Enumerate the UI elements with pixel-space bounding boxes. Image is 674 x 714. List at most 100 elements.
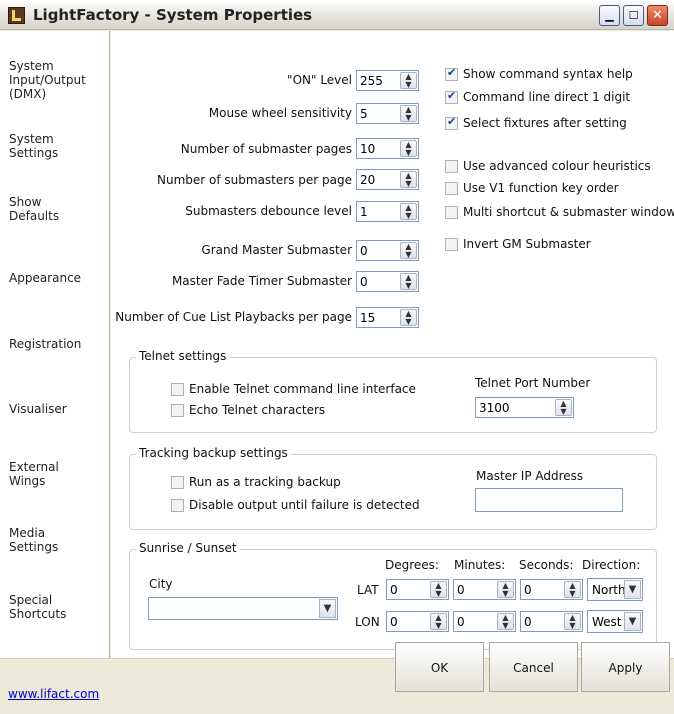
- debounce-spinner[interactable]: 1 ▲ ▼: [356, 201, 419, 222]
- cancel-button[interactable]: Cancel: [489, 642, 578, 692]
- telnet-port-spinner[interactable]: 3100 ▲ ▼: [475, 397, 574, 418]
- submasters-per-page-spinner[interactable]: 20 ▲ ▼: [356, 169, 419, 190]
- disable-output-checkbox[interactable]: [171, 499, 184, 512]
- master-ip-label: Master IP Address: [476, 469, 584, 483]
- close-button[interactable]: ✕: [647, 5, 668, 26]
- multi-shortcut-checkbox[interactable]: [445, 206, 458, 219]
- submasters-per-page-label: Number of submasters per page: [157, 173, 352, 187]
- sunrise-sunset-legend: Sunrise / Sunset: [136, 541, 240, 555]
- spinner-arrows-icon[interactable]: ▲ ▼: [400, 309, 417, 326]
- lat-minutes-value: 0: [457, 583, 465, 597]
- cue-playbacks-spinner[interactable]: 15 ▲ ▼: [356, 307, 419, 328]
- sidebar-item-appearance[interactable]: Appearance: [9, 271, 81, 285]
- settings-sidebar: System Input/Output (DMX) System Setting…: [0, 31, 110, 658]
- invert-gm-label: Invert GM Submaster: [463, 237, 591, 251]
- grand-master-spinner[interactable]: 0 ▲ ▼: [356, 240, 419, 261]
- maximize-button[interactable]: ☐: [623, 5, 644, 26]
- v1-function-key-label: Use V1 function key order: [463, 181, 619, 195]
- sidebar-item-registration[interactable]: Registration: [9, 337, 81, 351]
- spinner-arrows-icon[interactable]: ▲ ▼: [564, 613, 581, 630]
- sidebar-item-system-settings[interactable]: System Settings: [9, 132, 58, 160]
- spinner-arrows-icon[interactable]: ▲ ▼: [555, 399, 572, 416]
- ok-button[interactable]: OK: [395, 642, 484, 692]
- sidebar-item-visualiser[interactable]: Visualiser: [9, 402, 67, 416]
- window-title: LightFactory - System Properties: [33, 6, 313, 24]
- tracking-backup-legend: Tracking backup settings: [136, 446, 291, 460]
- advanced-colour-checkbox[interactable]: [445, 160, 458, 173]
- lat-seconds-spinner[interactable]: 0 ▲ ▼: [520, 579, 583, 600]
- minutes-header: Minutes:: [454, 558, 506, 572]
- lightfactory-app-icon: [8, 7, 25, 24]
- lon-direction-select[interactable]: West ▼: [587, 610, 643, 633]
- mouse-wheel-spinner[interactable]: 5 ▲ ▼: [356, 103, 419, 124]
- apply-button[interactable]: Apply: [581, 642, 670, 692]
- direct-1-digit-checkbox[interactable]: [445, 89, 458, 104]
- invert-gm-checkbox[interactable]: [445, 238, 458, 251]
- select-fixtures-checkbox[interactable]: [445, 115, 458, 130]
- lon-minutes-spinner[interactable]: 0 ▲ ▼: [453, 611, 516, 632]
- minimize-button[interactable]: ▁: [599, 5, 620, 26]
- lon-seconds-spinner[interactable]: 0 ▲ ▼: [520, 611, 583, 632]
- lat-direction-select[interactable]: North ▼: [587, 578, 643, 601]
- spinner-arrows-icon[interactable]: ▲ ▼: [430, 581, 447, 598]
- enable-telnet-label: Enable Telnet command line interface: [189, 382, 416, 396]
- select-fixtures-label: Select fixtures after setting: [463, 116, 627, 130]
- on-level-spinner[interactable]: 255 ▲ ▼: [356, 70, 419, 91]
- lon-degrees-spinner[interactable]: 0 ▲ ▼: [386, 611, 449, 632]
- echo-telnet-checkbox[interactable]: [171, 404, 184, 417]
- debounce-label: Submasters debounce level: [185, 204, 352, 218]
- lon-seconds-value: 0: [524, 615, 532, 629]
- submaster-pages-value: 10: [360, 142, 376, 156]
- spinner-arrows-icon[interactable]: ▲ ▼: [400, 140, 417, 157]
- spinner-arrows-icon[interactable]: ▲ ▼: [400, 105, 417, 122]
- sidebar-item-special-shortcuts[interactable]: Special Shortcuts: [9, 593, 66, 621]
- spinner-arrows-icon[interactable]: ▲ ▼: [400, 242, 417, 259]
- lon-label: LON: [355, 615, 380, 629]
- lat-degrees-spinner[interactable]: 0 ▲ ▼: [386, 579, 449, 600]
- spinner-arrows-icon[interactable]: ▲ ▼: [400, 203, 417, 220]
- degrees-header: Degrees:: [385, 558, 439, 572]
- telnet-settings-legend: Telnet settings: [136, 349, 230, 363]
- spinner-arrows-icon[interactable]: ▲ ▼: [564, 581, 581, 598]
- spinner-arrows-icon[interactable]: ▲ ▼: [400, 273, 417, 290]
- spinner-arrows-icon[interactable]: ▲ ▼: [400, 72, 417, 89]
- debounce-value: 1: [360, 205, 368, 219]
- grand-master-label: Grand Master Submaster: [201, 243, 352, 257]
- city-select[interactable]: ▼: [148, 597, 338, 620]
- sidebar-item-show-defaults[interactable]: Show Defaults: [9, 195, 59, 223]
- v1-function-key-checkbox[interactable]: [445, 182, 458, 195]
- spinner-arrows-icon[interactable]: ▲ ▼: [400, 171, 417, 188]
- spinner-arrows-icon[interactable]: ▲ ▼: [430, 613, 447, 630]
- advanced-colour-label: Use advanced colour heuristics: [463, 159, 651, 173]
- chevron-down-icon[interactable]: ▼: [624, 580, 641, 599]
- title-bar[interactable]: LightFactory - System Properties ▁ ☐ ✕: [0, 0, 674, 30]
- lat-minutes-spinner[interactable]: 0 ▲ ▼: [453, 579, 516, 600]
- cue-playbacks-label: Number of Cue List Playbacks per page: [115, 310, 352, 324]
- cue-playbacks-value: 15: [360, 311, 376, 325]
- seconds-header: Seconds:: [519, 558, 574, 572]
- run-tracking-backup-checkbox[interactable]: [171, 476, 184, 489]
- mouse-wheel-label: Mouse wheel sensitivity: [208, 106, 352, 120]
- disable-output-label: Disable output until failure is detected: [189, 498, 420, 512]
- on-level-label: "ON" Level: [287, 73, 352, 87]
- fade-timer-spinner[interactable]: 0 ▲ ▼: [356, 271, 419, 292]
- spinner-arrows-icon[interactable]: ▲ ▼: [497, 613, 514, 630]
- show-syntax-help-checkbox[interactable]: [445, 66, 458, 81]
- enable-telnet-checkbox[interactable]: [171, 383, 184, 396]
- echo-telnet-label: Echo Telnet characters: [189, 403, 326, 417]
- sidebar-item-external-wings[interactable]: External Wings: [9, 460, 59, 488]
- submaster-pages-label: Number of submaster pages: [180, 142, 352, 156]
- submaster-pages-spinner[interactable]: 10 ▲ ▼: [356, 138, 419, 159]
- direction-header: Direction:: [582, 558, 641, 572]
- system-properties-window: LightFactory - System Properties ▁ ☐ ✕ S…: [0, 0, 674, 714]
- telnet-port-label: Telnet Port Number: [475, 376, 591, 390]
- sidebar-item-media-settings[interactable]: Media Settings: [9, 526, 58, 554]
- spinner-arrows-icon[interactable]: ▲ ▼: [497, 581, 514, 598]
- lat-degrees-value: 0: [390, 583, 398, 597]
- chevron-down-icon[interactable]: ▼: [624, 612, 641, 631]
- chevron-down-icon[interactable]: ▼: [319, 599, 336, 618]
- sidebar-item-system-input-output[interactable]: System Input/Output (DMX): [9, 59, 86, 101]
- master-ip-input[interactable]: [475, 488, 623, 512]
- grand-master-value: 0: [360, 244, 368, 258]
- lifact-website-link[interactable]: www.lifact.com: [8, 687, 99, 701]
